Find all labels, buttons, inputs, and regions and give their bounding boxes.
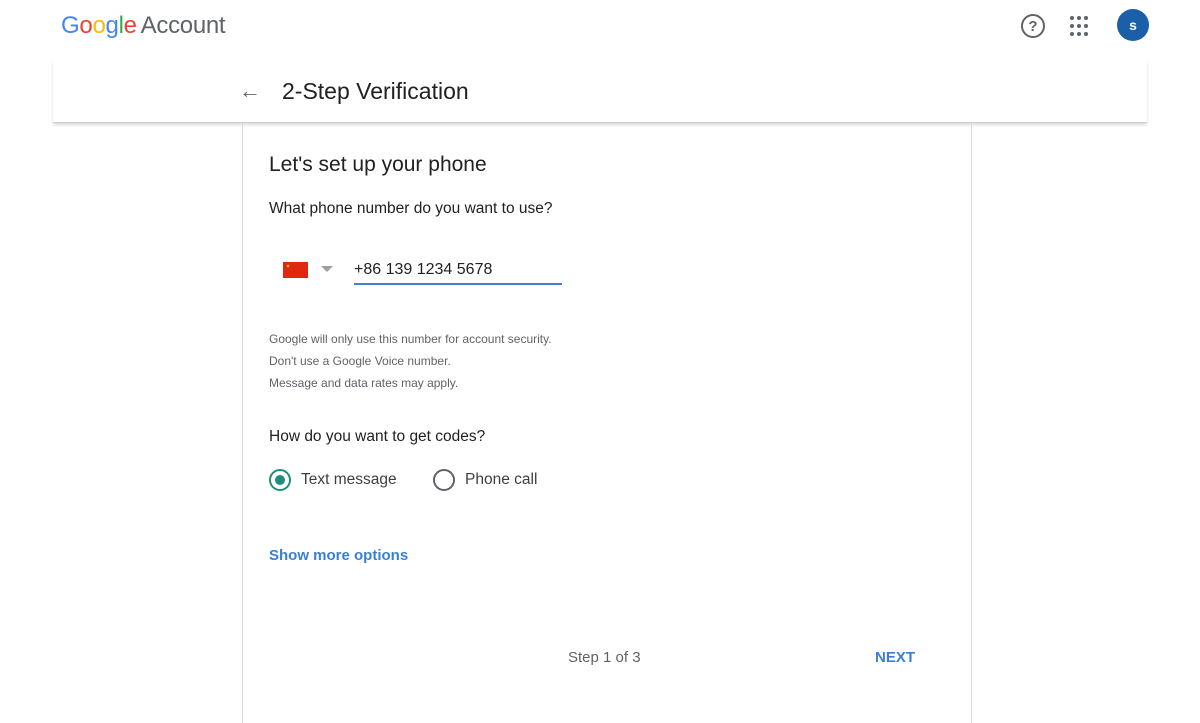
phone-notes: Google will only use this number for acc… (269, 328, 552, 394)
page-header: ← 2-Step Verification (53, 60, 1147, 123)
back-arrow-icon[interactable]: ← (239, 78, 261, 104)
china-flag-icon[interactable] (283, 262, 308, 278)
radio-checked-icon (269, 469, 291, 491)
note-line: Google will only use this number for acc… (269, 332, 552, 346)
codes-question: How do you want to get codes? (269, 428, 486, 445)
logo-letter: G (61, 12, 80, 39)
account-label: Account (140, 12, 226, 39)
radio-phone-call[interactable]: Phone call (433, 469, 537, 491)
radio-label: Text message (301, 471, 397, 488)
logo-letter: g (105, 12, 119, 39)
note-line: Don't use a Google Voice number. (269, 354, 451, 368)
step-indicator: Step 1 of 3 (568, 649, 641, 666)
radio-unchecked-icon (433, 469, 455, 491)
card-heading: Let's set up your phone (269, 153, 487, 176)
help-icon[interactable]: ? (1021, 14, 1045, 38)
logo-letter: o (92, 12, 106, 39)
google-account-logo[interactable]: Google Account (61, 12, 226, 40)
note-line: Message and data rates may apply. (269, 376, 459, 390)
logo-letter: o (79, 12, 93, 39)
radio-text-message[interactable]: Text message (269, 469, 397, 491)
avatar[interactable]: s (1117, 9, 1149, 41)
page-title: 2-Step Verification (282, 78, 469, 104)
logo-letter: e (123, 12, 137, 39)
top-bar: Google Account ? s (0, 0, 1200, 60)
phone-number-input[interactable] (354, 257, 562, 285)
phone-question: What phone number do you want to use? (269, 200, 553, 217)
apps-grid-icon[interactable] (1069, 16, 1089, 36)
setup-card: Let's set up your phone What phone numbe… (242, 123, 972, 723)
next-button[interactable]: NEXT (875, 649, 915, 666)
google-wordmark: Google (61, 12, 137, 39)
radio-label: Phone call (465, 471, 538, 488)
country-dropdown-caret-icon[interactable] (321, 266, 333, 272)
show-more-options-link[interactable]: Show more options (269, 547, 408, 564)
